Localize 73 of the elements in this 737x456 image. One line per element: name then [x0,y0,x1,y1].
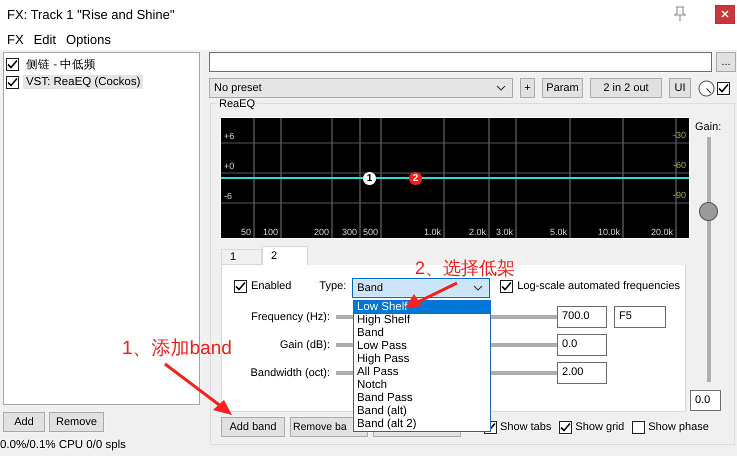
chain-button[interactable]: Add [3,412,45,432]
menu-item[interactable]: FX [2,32,29,46]
check-icon [718,82,729,94]
menu-item[interactable]: Options [61,32,116,46]
axis-label: 10.0k [598,227,620,237]
value-field[interactable]: 0.0 [690,390,721,411]
preset-select[interactable]: No preset [209,78,513,98]
checkbox[interactable] [6,58,19,70]
check-icon [7,58,18,70]
annotation-text: 2、选择低架 [415,257,516,280]
gain-label: Gain: [695,121,722,133]
caret-icon [473,284,484,290]
close-icon [721,10,729,18]
fx-list-item[interactable]: 侧链 - 中低频 [23,56,100,72]
type-select[interactable]: Band [352,278,490,298]
param-label: Bandwidth (oct): [250,367,331,379]
axis-label: 500 [362,227,378,237]
caret-icon [496,85,506,91]
check-icon [560,422,572,432]
axis-label: +0 [224,161,234,171]
axis-label: 2.0k [468,227,486,237]
gain-slider-thumb[interactable] [699,202,718,220]
band-tab[interactable]: 1 [221,249,262,265]
close-button[interactable] [715,4,735,24]
axis-label: 5.0k [550,227,567,237]
checkbox[interactable] [717,82,730,94]
param-label: Frequency (Hz): [250,311,331,323]
knob-icon[interactable] [698,80,715,96]
chain-button[interactable]: Remove [49,412,104,432]
dropdown-option[interactable]: Low Shelf [354,301,490,314]
checkbox[interactable] [559,420,572,434]
band-button[interactable]: Add band [221,417,285,437]
band-tab[interactable]: 2 [262,246,308,265]
toolbar-button[interactable]: Param [542,78,583,98]
panel-title: ReaEQ [217,98,258,110]
check-icon [501,280,512,292]
axis-label: -6 [224,191,232,201]
axis-label: 20.0k [650,227,673,237]
axis-label: 300 [342,227,357,237]
checkbox-label: Log-scale automated frequencies [517,280,680,292]
annotation-text: 1、添加band [122,337,232,361]
text-field[interactable] [209,52,712,72]
menu-item[interactable]: Edit [28,32,62,46]
axis-label: 3.0k [496,227,513,237]
check-icon [7,76,18,88]
value-field[interactable]: 700.0 [557,306,607,328]
value-field[interactable]: 0.0 [557,334,607,356]
checkbox[interactable] [632,420,646,434]
checkbox-label: Show tabs [500,421,552,433]
pin-icon[interactable] [673,6,687,22]
more-button[interactable]: ... [716,52,736,72]
type-label: Type: [319,280,346,292]
checkbox[interactable] [234,280,247,292]
toolbar-button[interactable]: + [520,78,535,98]
value-field[interactable]: 2.00 [557,362,607,384]
axis-label: 200 [314,227,329,237]
value-field[interactable]: F5 [614,306,666,328]
axis-label: 100 [262,227,278,237]
window-title: FX: Track 1 "Rise and Shine" [7,6,176,22]
checkbox[interactable] [6,76,19,88]
param-label: Gain (dB): [278,339,331,351]
fx-list-item[interactable]: VST: ReaEQ (Cockos) [23,75,144,89]
check-icon [235,280,246,292]
axis-label: 1.0k [424,227,441,237]
checkbox-label: Show grid [575,421,624,433]
axis-label: 50 [240,227,251,237]
axis-label: +6 [224,131,234,141]
toolbar-button[interactable]: 2 in 2 out [590,78,662,98]
checkbox-label: Show phase [648,421,709,433]
checkbox-label: Enabled [251,280,292,292]
cpu-status: 0.0%/0.1% CPU 0/0 spls [0,439,127,451]
checkbox[interactable] [500,280,514,292]
toolbar-button[interactable]: UI [669,78,691,98]
